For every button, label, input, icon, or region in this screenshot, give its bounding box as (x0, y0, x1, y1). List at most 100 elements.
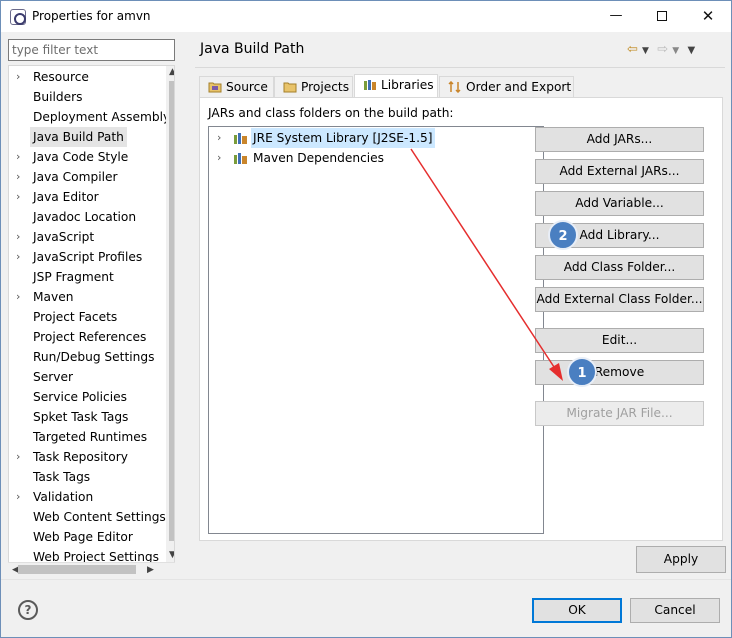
nav-item[interactable]: › Resource (9, 67, 161, 87)
expand-arrow-icon[interactable]: › (217, 148, 221, 168)
tab-order-and-export[interactable]: Order and Export (439, 76, 574, 98)
nav-item[interactable]: Service Policies (9, 387, 161, 407)
vertical-scroll-thumb[interactable] (169, 81, 174, 541)
nav-item[interactable]: Web Page Editor (9, 527, 161, 547)
expand-arrow-icon[interactable]: › (16, 167, 26, 187)
nav-item[interactable]: › JavaScript (9, 227, 161, 247)
tab-label: Source (226, 80, 268, 94)
library-item-maven[interactable]: › Maven Dependencies (209, 148, 429, 168)
nav-item[interactable]: Web Content Settings (9, 507, 166, 527)
eclipse-properties-icon (10, 9, 26, 25)
nav-item[interactable]: Targeted Runtimes (9, 427, 161, 447)
nav-item-label: Spket Task Tags (33, 410, 129, 424)
nav-item-label: Java Editor (33, 190, 99, 204)
nav-item[interactable]: › Java Code Style (9, 147, 161, 167)
libraries-caption: JARs and class folders on the build path… (208, 106, 454, 120)
build-path-tree: › JRE System Library [J2SE-1.5] › Maven … (208, 126, 544, 534)
nav-item-label: Web Content Settings (33, 510, 166, 524)
nav-item[interactable]: › JavaScript Profiles (9, 247, 161, 267)
nav-item-label: Run/Debug Settings (33, 350, 155, 364)
cancel-button[interactable]: Cancel (630, 598, 720, 623)
expand-arrow-icon[interactable]: › (16, 247, 26, 267)
scroll-up-icon[interactable]: ▲ (169, 67, 174, 77)
annotation-marker-1: 1 (567, 357, 597, 387)
nav-item-label: Task Tags (33, 470, 91, 484)
library-label: JRE System Library [J2SE-1.5] (251, 128, 435, 148)
window-title: Properties for amvn (32, 9, 151, 23)
nav-item-label: Validation (33, 490, 94, 504)
nav-item[interactable]: › Java Editor (9, 187, 161, 207)
nav-item[interactable]: Project Facets (9, 307, 161, 327)
tab-projects[interactable]: Projects (274, 76, 353, 98)
expand-arrow-icon[interactable]: › (16, 227, 26, 247)
add-jars-button[interactable]: Add JARs... (535, 127, 704, 152)
library-books-icon (234, 153, 247, 164)
nav-item-label: Javadoc Location (33, 210, 137, 224)
nav-item[interactable]: › Task Repository (9, 447, 161, 467)
help-icon[interactable]: ? (18, 600, 38, 620)
nav-item[interactable]: JSP Fragment (9, 267, 161, 287)
nav-item-label: Project References (33, 330, 147, 344)
tab-label: Libraries (381, 78, 434, 92)
nav-item-label: Deployment Assembly (33, 110, 171, 124)
nav-item-label: Server (33, 370, 73, 384)
maximize-button[interactable] (639, 1, 685, 32)
nav-item[interactable]: Builders (9, 87, 161, 107)
minimize-button[interactable]: — (593, 1, 639, 32)
source-folder-icon (208, 82, 222, 93)
page-nav-controls: ⇦ ▼ ⇨ ▼ ▼ (627, 42, 695, 57)
title-bar: Properties for amvn — ✕ (1, 1, 731, 32)
expand-arrow-icon[interactable]: › (16, 187, 26, 207)
forward-dropdown-icon[interactable]: ▼ (672, 46, 679, 56)
add-class-folder-button[interactable]: Add Class Folder... (535, 255, 704, 280)
expand-arrow-icon[interactable]: › (16, 147, 26, 167)
nav-item[interactable]: Java Build Path (9, 127, 161, 147)
migrate-jar-button[interactable]: Migrate JAR File... (535, 401, 704, 426)
nav-item[interactable]: Project References (9, 327, 161, 347)
nav-item-label: Task Repository (33, 450, 128, 464)
nav-item[interactable]: Javadoc Location (9, 207, 161, 227)
remove-button[interactable]: Remove (535, 360, 704, 385)
forward-arrow-icon[interactable]: ⇨ (657, 42, 668, 57)
nav-item[interactable]: Spket Task Tags (9, 407, 161, 427)
expand-arrow-icon[interactable]: › (16, 487, 26, 507)
expand-arrow-icon[interactable]: › (16, 287, 26, 307)
ok-button[interactable]: OK (532, 598, 622, 623)
expand-arrow-icon[interactable]: › (217, 128, 221, 148)
edit-button[interactable]: Edit... (535, 328, 704, 353)
nav-item-label: JavaScript (33, 230, 95, 244)
nav-item[interactable]: Deployment Assembly (9, 107, 170, 127)
page-area: Java Build Path ⇦ ▼ ⇨ ▼ ▼ Source Project… (187, 32, 731, 579)
nav-item[interactable]: › Maven (9, 287, 161, 307)
tab-libraries[interactable]: Libraries (354, 74, 438, 99)
nav-tree: › Resource Builders Deployment Assembly Java… (8, 65, 175, 579)
nav-item[interactable]: › Java Compiler (9, 167, 161, 187)
expand-arrow-icon[interactable]: › (16, 67, 26, 87)
add-external-jars-button[interactable]: Add External JARs... (535, 159, 704, 184)
nav-item-label: JSP Fragment (33, 270, 114, 284)
back-arrow-icon[interactable]: ⇦ (627, 42, 638, 57)
apply-button[interactable]: Apply (636, 546, 726, 573)
nav-item-label: Java Compiler (33, 170, 118, 184)
close-button[interactable]: ✕ (685, 1, 731, 32)
scroll-right-icon[interactable]: ▶ (147, 565, 154, 575)
library-item-jre[interactable]: › JRE System Library [J2SE-1.5] (209, 128, 435, 148)
nav-item-label: Java Code Style (33, 150, 129, 164)
nav-item[interactable]: Task Tags (9, 467, 161, 487)
page-title: Java Build Path (200, 41, 305, 57)
properties-dialog: Properties for amvn — ✕ › Resource Builder… (0, 0, 732, 638)
tab-source[interactable]: Source (199, 76, 274, 98)
nav-item-label: JavaScript Profiles (33, 250, 143, 264)
nav-item[interactable]: › Validation (9, 487, 161, 507)
add-variable-button[interactable]: Add Variable... (535, 191, 704, 216)
filter-input[interactable] (8, 39, 175, 61)
nav-item[interactable]: Run/Debug Settings (9, 347, 161, 367)
nav-item[interactable]: Server (9, 367, 161, 387)
tab-label: Projects (301, 80, 350, 94)
expand-arrow-icon[interactable]: › (16, 447, 26, 467)
horizontal-scroll-thumb[interactable] (18, 565, 136, 574)
add-external-class-folder-button[interactable]: Add External Class Folder... (535, 287, 704, 312)
back-dropdown-icon[interactable]: ▼ (642, 46, 649, 56)
scroll-down-icon[interactable]: ▼ (169, 550, 174, 560)
view-menu-icon[interactable]: ▼ (687, 45, 695, 56)
